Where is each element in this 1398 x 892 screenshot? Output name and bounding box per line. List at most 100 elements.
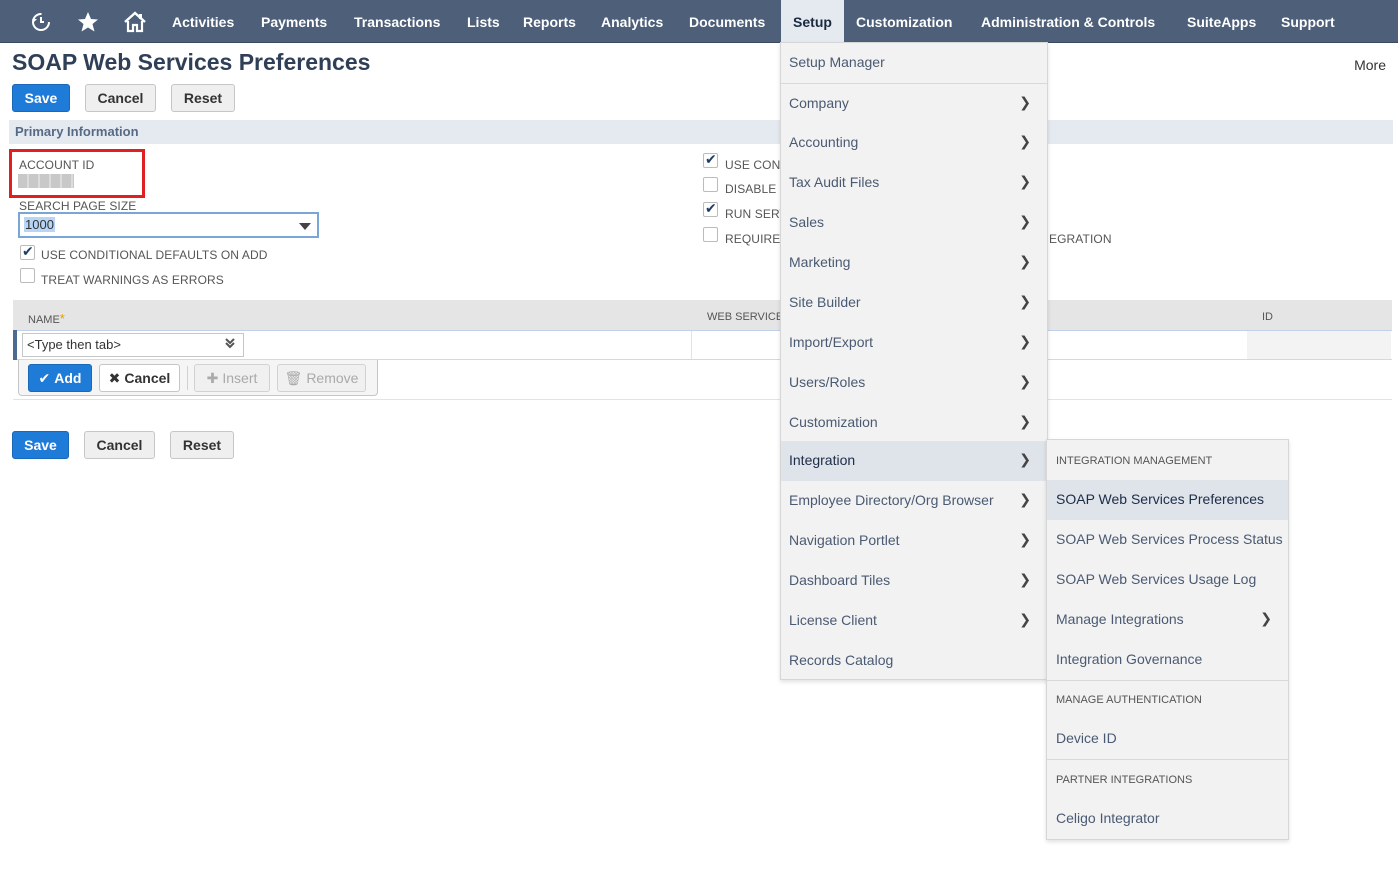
checkmark-icon: ✔ (38, 369, 51, 386)
menu-item-site-builder[interactable]: Site Builder ❯ (781, 283, 1047, 323)
require-a-checkbox[interactable] (703, 227, 718, 242)
use-conditional-defaults-checkbox[interactable] (20, 243, 35, 260)
account-id-value-redacted (18, 174, 74, 188)
favorites-star-icon[interactable] (74, 8, 102, 36)
nav-payments[interactable]: Payments (255, 0, 333, 43)
menu-item-label: Import/Export (789, 334, 874, 350)
submenu-section-header: MANAGE AUTHENTICATION (1056, 694, 1202, 706)
save-button-top[interactable]: Save (12, 84, 70, 112)
nav-customization[interactable]: Customization (850, 0, 958, 43)
chevron-right-icon: ❯ (1019, 611, 1031, 627)
run-serv-label: RUN SERV (725, 207, 788, 221)
actions-separator (187, 366, 188, 390)
menu-item-license-client[interactable]: License Client ❯ (781, 601, 1047, 641)
menu-item-label: Accounting (789, 134, 859, 150)
treat-warnings-as-errors-label: TREAT WARNINGS AS ERRORS (41, 273, 224, 287)
chevron-right-icon: ❯ (1019, 173, 1031, 189)
nav-documents[interactable]: Documents (683, 0, 771, 43)
chevron-right-icon: ❯ (1019, 213, 1031, 229)
chevron-right-icon: ❯ (1019, 491, 1031, 507)
column-header-id[interactable]: ID (1262, 311, 1273, 323)
menu-item-label: Dashboard Tiles (789, 572, 891, 588)
cancel-button-bottom[interactable]: Cancel (84, 431, 155, 459)
menu-item-setup-manager[interactable]: Setup Manager (781, 43, 1047, 83)
run-serv-checkbox[interactable] (703, 200, 718, 217)
x-icon: ✖ (108, 369, 121, 386)
insert-row-button[interactable]: ✚ Insert (194, 364, 270, 392)
account-id-label: ACCOUNT ID (19, 158, 95, 172)
menu-item-label: Setup Manager (789, 54, 885, 70)
chevron-right-icon: ❯ (1019, 531, 1031, 547)
menu-item-marketing[interactable]: Marketing ❯ (781, 243, 1047, 283)
sublist-bottom-divider (13, 399, 1392, 400)
submenu-item-device-id[interactable]: Device ID (1047, 719, 1288, 759)
primary-information-title[interactable]: Primary Information (15, 124, 139, 139)
nav-activities[interactable]: Activities (166, 0, 240, 43)
nav-analytics[interactable]: Analytics (595, 0, 669, 43)
menu-item-sales[interactable]: Sales ❯ (781, 203, 1047, 243)
menu-item-label: Site Builder (789, 294, 861, 310)
column-header-name[interactable]: NAME* (28, 311, 65, 326)
more-link[interactable]: More (1354, 57, 1386, 73)
menu-item-dashboard-tiles[interactable]: Dashboard Tiles ❯ (781, 561, 1047, 601)
cancel-button-top[interactable]: Cancel (85, 84, 156, 112)
nav-lists[interactable]: Lists (461, 0, 506, 43)
menu-item-accounting[interactable]: Accounting ❯ (781, 123, 1047, 163)
menu-item-label: Employee Directory/Org Browser (789, 492, 994, 508)
submenu-item-soap-process-status[interactable]: SOAP Web Services Process Status (1047, 520, 1288, 560)
menu-item-navigation-portlet[interactable]: Navigation Portlet ❯ (781, 521, 1047, 561)
menu-item-users-roles[interactable]: Users/Roles ❯ (781, 363, 1047, 403)
use-cond-checkbox[interactable] (703, 151, 718, 168)
remove-row-button[interactable]: 🗑 Remove (277, 364, 366, 392)
home-icon[interactable] (121, 8, 149, 36)
nav-setup[interactable]: Setup (781, 0, 844, 43)
menu-item-records-catalog[interactable]: Records Catalog (781, 641, 1047, 681)
plus-icon: ✚ (206, 369, 219, 386)
menu-item-import-export[interactable]: Import/Export ❯ (781, 323, 1047, 363)
submenu-item-soap-usage-log[interactable]: SOAP Web Services Usage Log (1047, 560, 1288, 600)
menu-item-company[interactable]: Company ❯ (781, 83, 1047, 123)
submenu-item-soap-preferences[interactable]: SOAP Web Services Preferences (1047, 480, 1288, 520)
double-chevron-down-icon[interactable] (224, 337, 236, 352)
menu-item-label: Navigation Portlet (789, 532, 900, 548)
menu-item-label: Company (789, 95, 849, 111)
submenu-item-label: SOAP Web Services Preferences (1056, 491, 1265, 507)
submenu-item-label: Manage Integrations (1056, 611, 1184, 627)
menu-item-tax-audit-files[interactable]: Tax Audit Files ❯ (781, 163, 1047, 203)
add-row-button[interactable]: ✔ Add (28, 364, 92, 392)
chevron-down-icon (299, 223, 311, 230)
recent-records-icon[interactable] (27, 8, 55, 36)
column-header-web-services[interactable]: WEB SERVICES (707, 311, 791, 323)
submenu-item-celigo-integrator[interactable]: Celigo Integrator (1047, 799, 1288, 839)
name-type-input[interactable]: <Type then tab> (22, 333, 244, 357)
nav-transactions[interactable]: Transactions (348, 0, 446, 43)
menu-item-customization[interactable]: Customization ❯ (781, 403, 1047, 443)
nav-administration-controls[interactable]: Administration & Controls (975, 0, 1161, 43)
menu-item-label: License Client (789, 612, 877, 628)
nav-reports[interactable]: Reports (517, 0, 582, 43)
nav-suiteapps[interactable]: SuiteApps (1181, 0, 1262, 43)
menu-item-integration[interactable]: Integration ❯ (781, 441, 1047, 481)
require-integration-label-tail: EGRATION (1049, 232, 1112, 246)
cancel-row-label: Cancel (124, 370, 171, 386)
submenu-section-header: INTEGRATION MANAGEMENT (1056, 455, 1213, 467)
save-button-bottom[interactable]: Save (12, 431, 69, 459)
disable-m-checkbox[interactable] (703, 177, 718, 192)
menu-item-employee-directory[interactable]: Employee Directory/Org Browser ❯ (781, 481, 1047, 521)
page-title: SOAP Web Services Preferences (12, 49, 371, 75)
submenu-divider (1047, 680, 1288, 681)
search-page-size-label: SEARCH PAGE SIZE (19, 199, 137, 213)
search-page-size-select[interactable]: 1000 (18, 212, 319, 238)
chevron-right-icon: ❯ (1019, 413, 1031, 429)
treat-warnings-as-errors-checkbox[interactable] (20, 268, 35, 283)
reset-button-top[interactable]: Reset (171, 84, 235, 112)
cancel-row-button[interactable]: ✖ Cancel (99, 364, 180, 392)
submenu-item-manage-integrations[interactable]: Manage Integrations ❯ (1047, 600, 1288, 640)
top-navigation-bar: Activities Payments Transactions Lists R… (0, 0, 1398, 43)
nav-support[interactable]: Support (1275, 0, 1341, 43)
required-mark: * (59, 311, 65, 326)
reset-button-bottom[interactable]: Reset (170, 431, 234, 459)
submenu-item-label: Integration Governance (1056, 651, 1203, 667)
submenu-item-integration-governance[interactable]: Integration Governance (1047, 640, 1288, 680)
primary-information-section-bar (9, 120, 1393, 144)
